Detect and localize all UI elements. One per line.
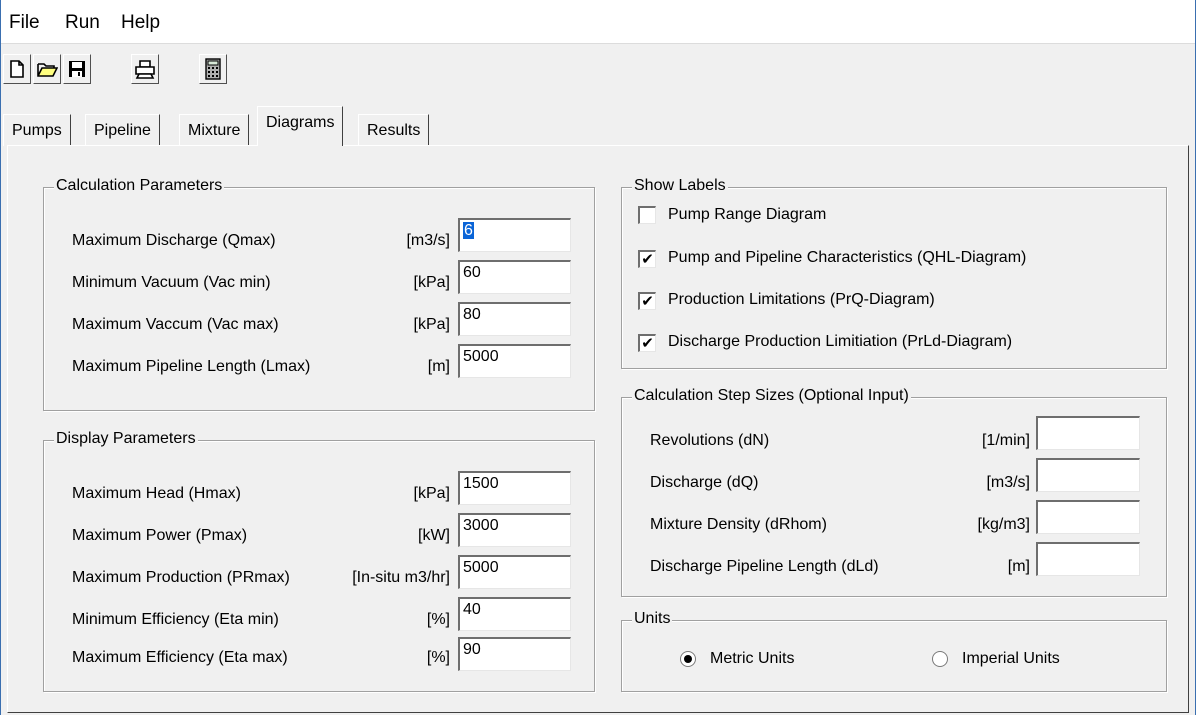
imperial-units-radio[interactable] xyxy=(932,651,948,667)
label-min-efficiency: Minimum Efficiency (Eta min) xyxy=(72,611,279,628)
unit-max-production: [In-situ m3/hr] xyxy=(352,569,450,586)
unit-max-pipeline-length: [m] xyxy=(427,358,450,375)
label-max-pipeline-length: Maximum Pipeline Length (Lmax) xyxy=(72,358,311,375)
unit-max-discharge: [m3/s] xyxy=(406,232,450,249)
toolbar xyxy=(1,48,1195,92)
calculation-step-sizes-group: Calculation Step Sizes (Optional Input) … xyxy=(621,387,1167,597)
menu-bar: File Run Help xyxy=(1,0,1195,44)
group-title: Calculation Parameters xyxy=(54,177,225,195)
metric-units-radio[interactable] xyxy=(680,651,696,667)
tab-strip: Pumps Pipeline Mixture Diagrams Results xyxy=(1,106,1195,146)
prq-diagram-label: Production Limitations (PrQ-Diagram) xyxy=(668,291,935,308)
group-title: Show Labels xyxy=(632,177,728,195)
menu-file[interactable]: File xyxy=(9,12,40,34)
label-max-efficiency: Maximum Efficiency (Eta max) xyxy=(72,649,288,666)
tab-results[interactable]: Results xyxy=(358,114,430,146)
open-folder-icon xyxy=(37,63,58,77)
label-revolutions: Revolutions (dN) xyxy=(650,432,770,449)
show-labels-group: Show Labels Pump Range Diagram ✔ Pump an… xyxy=(621,177,1167,369)
label-mixture-density: Mixture Density (dRhom) xyxy=(650,516,827,533)
max-vacuum-input[interactable]: 80 xyxy=(458,302,571,336)
prld-diagram-label: Discharge Production Limitiation (PrLd-D… xyxy=(668,333,1013,350)
unit-mixture-density: [kg/m3] xyxy=(977,516,1030,533)
group-title: Display Parameters xyxy=(54,430,198,448)
metric-units-label: Metric Units xyxy=(710,650,795,667)
unit-discharge-pipeline-length: [m] xyxy=(1007,558,1030,575)
max-discharge-input[interactable]: 6 xyxy=(458,218,571,252)
label-max-head: Maximum Head (Hmax) xyxy=(72,485,241,502)
label-max-discharge: Maximum Discharge (Qmax) xyxy=(72,232,276,249)
unit-max-vacuum: [kPa] xyxy=(413,316,450,333)
max-discharge-value: 6 xyxy=(463,222,474,239)
mixture-density-step-input[interactable] xyxy=(1036,500,1140,534)
max-efficiency-input[interactable]: 90 xyxy=(458,637,571,671)
tab-diagrams[interactable]: Diagrams xyxy=(257,106,344,146)
discharge-pipeline-length-step-input[interactable] xyxy=(1036,542,1140,576)
new-file-button[interactable] xyxy=(3,54,31,84)
checkmark-icon: ✔ xyxy=(641,335,654,352)
unit-max-head: [kPa] xyxy=(413,485,450,502)
max-pipeline-length-input[interactable]: 5000 xyxy=(458,344,571,378)
qhl-diagram-checkbox[interactable]: ✔ xyxy=(638,250,656,268)
calculator-button[interactable] xyxy=(199,54,227,84)
unit-max-efficiency: [%] xyxy=(426,649,450,666)
checkmark-icon: ✔ xyxy=(641,293,654,310)
units-group: Units Metric Units Imperial Units xyxy=(621,610,1167,692)
unit-discharge: [m3/s] xyxy=(986,474,1030,491)
pump-range-diagram-label: Pump Range Diagram xyxy=(668,206,827,223)
label-min-vacuum: Minimum Vacuum (Vac min) xyxy=(72,274,271,291)
max-production-input[interactable]: 5000 xyxy=(458,555,571,589)
display-parameters-group: Display Parameters Maximum Head (Hmax) [… xyxy=(43,430,595,692)
calculator-icon xyxy=(205,58,221,80)
open-button[interactable] xyxy=(33,54,61,84)
unit-min-efficiency: [%] xyxy=(426,611,450,628)
unit-revolutions: [1/min] xyxy=(981,432,1030,449)
qhl-diagram-label: Pump and Pipeline Characteristics (QHL-D… xyxy=(668,249,1027,266)
label-max-power: Maximum Power (Pmax) xyxy=(72,527,248,544)
tab-mixture[interactable]: Mixture xyxy=(179,114,250,146)
unit-max-power: [kW] xyxy=(418,527,450,544)
calculation-parameters-group: Calculation Parameters Maximum Discharge… xyxy=(43,177,595,411)
label-discharge: Discharge (dQ) xyxy=(650,474,759,491)
save-button[interactable] xyxy=(63,54,91,84)
group-title: Calculation Step Sizes (Optional Input) xyxy=(632,387,911,405)
min-vacuum-input[interactable]: 60 xyxy=(458,260,571,294)
pump-range-diagram-checkbox[interactable] xyxy=(638,206,656,224)
save-icon xyxy=(69,61,85,77)
print-button[interactable] xyxy=(131,54,159,84)
tab-pumps[interactable]: Pumps xyxy=(3,114,71,146)
discharge-step-input[interactable] xyxy=(1036,458,1140,492)
radio-dot-icon xyxy=(684,655,692,663)
revolutions-step-input[interactable] xyxy=(1036,416,1140,450)
imperial-units-label: Imperial Units xyxy=(962,650,1060,667)
prld-diagram-checkbox[interactable]: ✔ xyxy=(638,334,656,352)
print-icon xyxy=(135,60,155,79)
min-efficiency-input[interactable]: 40 xyxy=(458,597,571,631)
menu-help[interactable]: Help xyxy=(121,12,160,34)
new-file-icon xyxy=(10,60,24,78)
max-power-input[interactable]: 3000 xyxy=(458,513,571,547)
checkmark-icon: ✔ xyxy=(641,251,654,268)
tab-pipeline[interactable]: Pipeline xyxy=(85,114,160,146)
prq-diagram-checkbox[interactable]: ✔ xyxy=(638,292,656,310)
label-max-production: Maximum Production (PRmax) xyxy=(72,569,290,586)
menu-run[interactable]: Run xyxy=(65,12,100,34)
unit-min-vacuum: [kPa] xyxy=(413,274,450,291)
max-head-input[interactable]: 1500 xyxy=(458,471,571,505)
label-discharge-pipeline-length: Discharge Pipeline Length (dLd) xyxy=(650,558,879,575)
group-title: Units xyxy=(632,610,673,628)
app-window: File Run Help Pumps Pipeline Mixture Dia… xyxy=(0,0,1196,715)
label-max-vacuum: Maximum Vaccum (Vac max) xyxy=(72,316,279,333)
